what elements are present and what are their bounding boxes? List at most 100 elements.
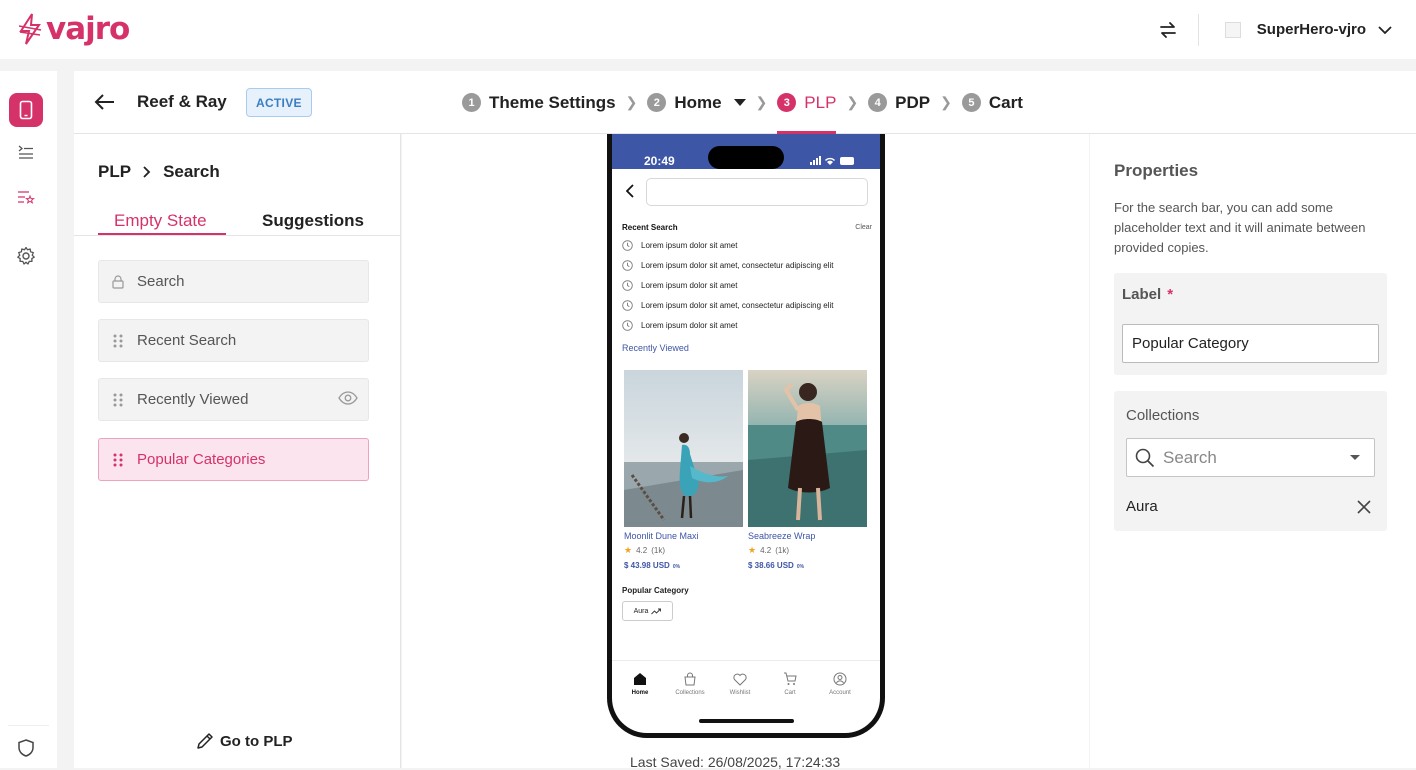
caret-down-icon[interactable] — [1350, 455, 1360, 461]
tab-home[interactable]: Home — [615, 671, 665, 696]
logo-bolt-icon — [18, 13, 42, 45]
rail-list-button[interactable] — [9, 135, 43, 169]
recent-search-item[interactable]: Lorem ipsum dolor sit amet — [622, 280, 737, 291]
step-label: Home — [674, 92, 722, 112]
section-label: Recently Viewed — [137, 391, 249, 408]
required-asterisk: * — [1167, 286, 1174, 303]
section-recent-search[interactable]: Recent Search — [98, 319, 369, 362]
left-rail — [0, 71, 57, 768]
divider — [1197, 13, 1199, 46]
step-number: 4 — [868, 93, 888, 112]
rail-device-button[interactable] — [9, 93, 43, 127]
recent-search-text: Lorem ipsum dolor sit amet, consectetur … — [641, 301, 834, 310]
step-number: 5 — [961, 93, 981, 112]
rail-security-button[interactable] — [9, 731, 43, 765]
phone-preview: 20:49 Recent Search Clear Lorem ipsum do… — [607, 134, 885, 738]
step-cart[interactable]: 5 Cart — [961, 71, 1023, 134]
label-card: Label * Popular Category — [1114, 273, 1387, 375]
preview-canvas: 20:49 Recent Search Clear Lorem ipsum do… — [402, 134, 1089, 770]
tab-account[interactable]: Account — [815, 671, 865, 696]
step-plp[interactable]: 3 PLP — [777, 71, 837, 134]
tab-wishlist[interactable]: Wishlist — [715, 671, 765, 696]
tab-collections[interactable]: Collections — [665, 671, 715, 696]
product-rating: ★ 4.2 (1k) — [748, 545, 867, 556]
drag-handle-icon[interactable] — [111, 393, 125, 407]
dynamic-island — [708, 146, 784, 169]
label-field-title: Label * — [1122, 286, 1173, 303]
clock-icon — [622, 320, 633, 331]
home-indicator — [699, 719, 794, 723]
signal-wifi-battery-icon — [810, 156, 854, 165]
recent-search-title: Recent Search — [622, 223, 678, 232]
label-input[interactable]: Popular Category — [1122, 324, 1379, 363]
eye-icon[interactable] — [338, 391, 358, 405]
step-number: 1 — [462, 93, 481, 112]
back-arrow-icon[interactable] — [94, 91, 116, 113]
product-price: $ 43.98 USD 0% — [624, 561, 743, 570]
recent-search-item[interactable]: Lorem ipsum dolor sit amet — [622, 320, 737, 331]
home-icon — [634, 673, 646, 685]
tab-suggestions[interactable]: Suggestions — [262, 211, 364, 231]
vajro-logo[interactable]: vajro — [18, 11, 130, 47]
section-search[interactable]: Search — [98, 260, 369, 303]
active-tab-underline — [98, 233, 226, 235]
pencil-icon — [197, 733, 213, 749]
chevron-down-icon[interactable] — [1378, 25, 1392, 35]
tab-empty-state[interactable]: Empty State — [114, 211, 207, 231]
back-chevron-icon[interactable] — [626, 184, 634, 198]
status-bar: 20:49 — [612, 134, 880, 169]
caret-down-icon[interactable] — [733, 98, 746, 107]
rail-favorites-button[interactable] — [9, 180, 43, 214]
chevron-right-icon: ❯ — [755, 94, 768, 110]
category-chip[interactable]: Aura — [622, 601, 673, 621]
breadcrumb-plp[interactable]: PLP — [98, 162, 131, 182]
label-title-text: Label — [1122, 286, 1162, 303]
rail-settings-button[interactable] — [9, 239, 43, 273]
list-star-icon — [18, 191, 35, 204]
phone-search-input[interactable] — [646, 178, 868, 206]
recent-search-item[interactable]: Lorem ipsum dolor sit amet — [622, 240, 737, 251]
drag-handle-icon[interactable] — [111, 334, 125, 348]
clock-icon — [622, 240, 633, 251]
close-icon[interactable] — [1357, 500, 1371, 514]
step-number: 2 — [647, 93, 667, 112]
step-label: Cart — [988, 92, 1023, 112]
recent-search-text: Lorem ipsum dolor sit amet — [641, 281, 738, 290]
section-popular-categories[interactable]: Popular Categories — [98, 438, 369, 481]
collections-search-select[interactable]: Search — [1126, 438, 1375, 477]
store-thumbnail — [1224, 21, 1241, 38]
properties-description: For the search bar, you can add some pla… — [1114, 200, 1366, 255]
step-theme-settings[interactable]: 1 Theme Settings — [462, 71, 616, 134]
chevron-right-icon: ❯ — [846, 94, 859, 110]
store-name[interactable]: SuperHero-vjro — [1257, 21, 1366, 38]
tab-cart[interactable]: Cart — [765, 671, 815, 696]
product-name: Moonlit Dune Maxi — [624, 531, 699, 541]
product-card[interactable]: Seabreeze Wrap ★ 4.2 (1k) $ 38.66 USD 0% — [748, 370, 867, 570]
account-icon — [833, 672, 847, 686]
drag-handle-icon[interactable] — [111, 453, 125, 467]
recent-search-item[interactable]: Lorem ipsum dolor sit amet, consectetur … — [622, 300, 834, 311]
section-recently-viewed[interactable]: Recently Viewed — [98, 378, 369, 421]
top-bar: vajro SuperHero-vjro — [0, 0, 1416, 59]
properties-panel: Properties For the search bar, you can a… — [1090, 134, 1416, 768]
go-to-plp-button[interactable]: Go to PLP — [196, 732, 293, 750]
phone-icon — [19, 100, 33, 120]
product-name: Seabreeze Wrap — [748, 531, 816, 541]
breadcrumb: PLP Search — [98, 162, 220, 182]
status-time: 20:49 — [644, 154, 675, 168]
clear-link[interactable]: Clear — [855, 224, 872, 231]
step-pdp[interactable]: 4 PDP — [868, 71, 930, 134]
rating-value: 4.2 — [760, 546, 772, 555]
switch-store-icon[interactable] — [1148, 10, 1188, 50]
shield-icon — [18, 739, 34, 757]
recent-search-item[interactable]: Lorem ipsum dolor sit amet, consectetur … — [622, 260, 834, 271]
section-label: Popular Categories — [137, 451, 266, 468]
cart-icon — [784, 672, 797, 685]
price-value: $ 43.98 USD — [624, 561, 670, 570]
rating-count: (1k) — [651, 546, 665, 555]
product-rating: ★ 4.2 (1k) — [624, 545, 743, 556]
step-home[interactable]: 2 Home — [647, 71, 746, 134]
product-card[interactable]: Moonlit Dune Maxi ★ 4.2 (1k) $ 43.98 USD… — [624, 370, 743, 570]
recently-viewed-title: Recently Viewed — [622, 343, 689, 353]
step-label: PLP — [804, 92, 837, 112]
